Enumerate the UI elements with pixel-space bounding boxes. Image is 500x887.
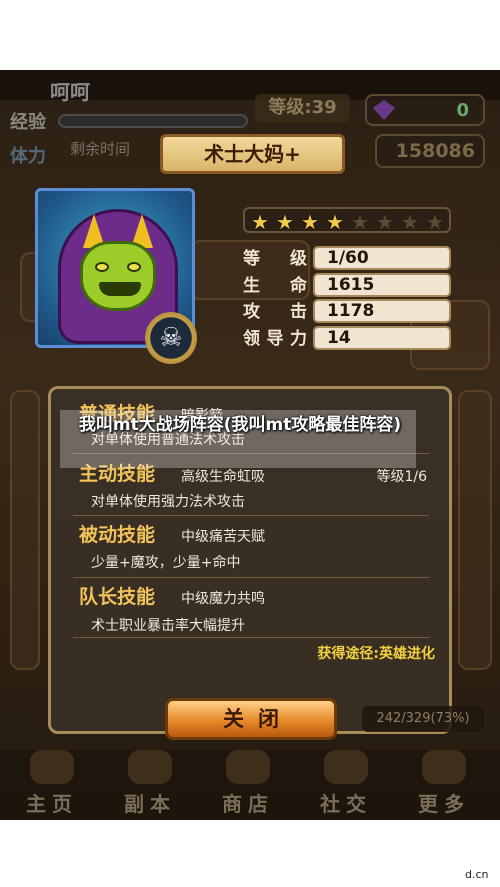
gem-count: 0 [456, 100, 469, 121]
orc-face-graphic [80, 241, 156, 311]
passive-skill-detail: 中级痛苦天赋 [181, 529, 265, 545]
acquire-method: 获得途径:英雄进化 [317, 646, 435, 662]
star-icon: ★ [251, 210, 269, 234]
watermark: d.cn [465, 868, 489, 881]
bottom-nav: 主页 副本 商店 社交 更多 [0, 750, 500, 820]
active-skill-detail: 高级生命虹吸 [181, 469, 265, 485]
nav-label: 主页 [26, 792, 78, 816]
star-icon: ★ [401, 210, 419, 234]
stat-value: 1615 [313, 273, 451, 297]
leader-skill-desc: 术士职业暴击率大幅提升 [91, 618, 245, 634]
stat-label: 生命 [243, 276, 307, 296]
mouth-graphic [99, 282, 141, 296]
player-level: 等级:39 [255, 94, 350, 122]
active-skill-desc: 对单体使用强力法术攻击 [91, 494, 245, 510]
nav-label: 更多 [418, 792, 470, 816]
stat-label: 等级 [243, 249, 307, 269]
star-icon: ★ [301, 210, 319, 234]
bg-tile [10, 390, 40, 670]
nav-more[interactable]: 更多 [396, 750, 492, 820]
active-skill-level: 等级1/6 [376, 469, 427, 485]
eye-graphic [127, 262, 141, 272]
star-rating: ★ ★ ★ ★ ★ ★ ★ ★ [243, 207, 451, 234]
nav-label: 社交 [320, 792, 372, 816]
more-icon [422, 750, 466, 784]
nav-shop[interactable]: 商店 [200, 750, 296, 820]
caption-text: 我叫mt大战场阵容(我叫mt攻略最佳阵容) [78, 415, 402, 435]
stat-value: 1178 [313, 299, 451, 323]
stat-value: 1/60 [313, 246, 451, 270]
exp-bar [58, 114, 248, 128]
shop-icon [226, 750, 270, 784]
stamina-label: 体力 [10, 146, 46, 167]
eye-graphic [95, 262, 109, 272]
star-icon: ★ [351, 210, 369, 234]
gem-icon [373, 100, 395, 120]
nav-dungeon[interactable]: 副本 [102, 750, 198, 820]
social-icon [324, 750, 368, 784]
home-icon [30, 750, 74, 784]
nav-social[interactable]: 社交 [298, 750, 394, 820]
nav-label: 副本 [124, 792, 176, 816]
passive-skill-desc: 少量+魔攻，少量+命中 [91, 555, 241, 571]
divider [73, 637, 429, 638]
gold-counter: 158086 [375, 134, 485, 168]
stat-label: 领导力 [243, 329, 307, 349]
gem-counter[interactable]: 0 [365, 94, 485, 126]
stat-value: 14 [313, 326, 451, 350]
exp-label: 经验 [10, 112, 46, 133]
close-button[interactable]: 关闭 [165, 698, 337, 740]
star-icon: ★ [426, 210, 444, 234]
divider [73, 515, 429, 516]
player-name: 呵呵 [50, 80, 90, 104]
remain-time-label: 剩余时间 [70, 140, 131, 158]
divider [73, 577, 429, 578]
nav-home[interactable]: 主页 [4, 750, 100, 820]
nav-label: 商店 [222, 792, 274, 816]
leader-skill-detail: 中级魔力共鸣 [181, 591, 265, 607]
bg-tile [458, 390, 492, 670]
skull-class-icon: ☠ [145, 312, 197, 364]
dungeon-icon [128, 750, 172, 784]
star-icon: ★ [276, 210, 294, 234]
hero-name: 术士大妈+ [160, 134, 345, 174]
star-icon: ★ [376, 210, 394, 234]
leader-skill-name: 队长技能 [79, 586, 156, 608]
passive-skill-name: 被动技能 [79, 524, 156, 546]
star-icon: ★ [326, 210, 344, 234]
collection-progress: 242/329(73%) [362, 706, 484, 732]
stat-label: 攻击 [243, 302, 307, 322]
